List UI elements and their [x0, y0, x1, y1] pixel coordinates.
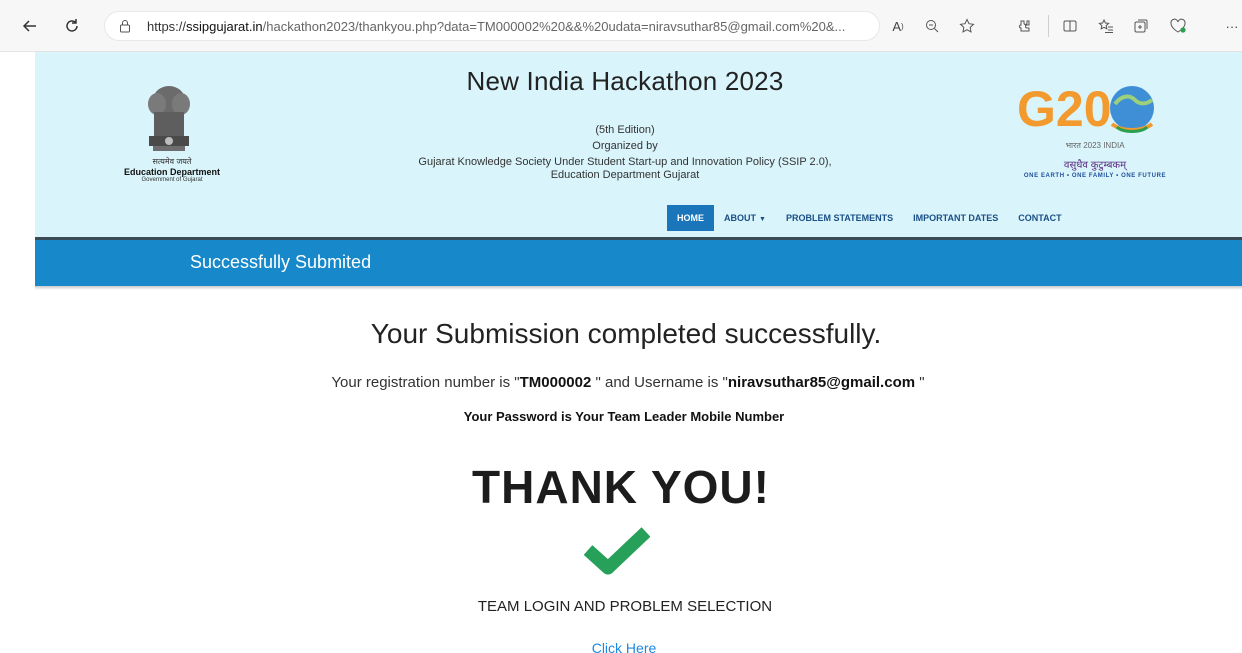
collections-icon[interactable]: [1129, 14, 1153, 38]
address-bar[interactable]: https://ssipgujarat.in/hackathon2023/tha…: [104, 11, 880, 41]
nav-home[interactable]: HOME: [667, 205, 714, 231]
g20-logo-mark: G20: [1017, 81, 1112, 137]
read-aloud-icon[interactable]: A): [886, 14, 910, 38]
browser-toolbar: https://ssipgujarat.in/hackathon2023/tha…: [0, 0, 1242, 52]
zoom-icon[interactable]: [920, 14, 944, 38]
click-here-link[interactable]: Click Here: [0, 640, 1242, 653]
vasudhaiva-kutumbakam-text: वसुधैव कुटुम्बकम्: [1063, 160, 1127, 171]
refresh-icon[interactable]: [60, 14, 84, 38]
split-screen-icon[interactable]: [1058, 14, 1082, 38]
organized-by-text: Organized by: [592, 140, 658, 152]
more-options-icon[interactable]: ···: [1222, 14, 1242, 38]
nav-about[interactable]: ABOUT ▼: [714, 205, 776, 231]
chevron-down-icon: ▼: [759, 216, 766, 223]
satyamev-jayate-text: सत्यमेव जयते: [152, 157, 192, 166]
nav-problem-statements[interactable]: PROBLEM STATEMENTS: [776, 205, 903, 231]
nav-about-label: ABOUT: [724, 213, 756, 223]
password-note: Your Password is Your Team Leader Mobile…: [463, 409, 785, 424]
reg-suffix: ": [915, 374, 925, 391]
url-text: https://ssipgujarat.in/hackathon2023/tha…: [147, 19, 846, 34]
banner-title: Successfully Submited: [190, 252, 372, 272]
nav-important-dates[interactable]: IMPORTANT DATES: [903, 205, 1008, 231]
registration-number: TM000002: [519, 374, 592, 391]
status-banner: Successfully Submited: [35, 240, 1242, 286]
team-login-heading: TEAM LOGIN AND PROBLEM SELECTION: [477, 598, 773, 615]
back-icon[interactable]: [18, 14, 42, 38]
success-headline: Your Submission completed successfully.: [370, 318, 882, 349]
lock-icon: [119, 19, 131, 38]
g20-logo-text: भारत 2023 INDIA वसुधैव कुटुम्बकम् ONE EA…: [1010, 140, 1180, 179]
browser-essentials-icon[interactable]: [1166, 14, 1190, 38]
organizer-line-2: Education Department Gujarat: [550, 169, 700, 181]
reg-middle: " and Username is ": [591, 374, 728, 391]
favorite-star-icon[interactable]: [955, 14, 979, 38]
extensions-icon[interactable]: [1012, 14, 1036, 38]
g20-bharat-text: भारत 2023 INDIA: [1065, 141, 1125, 150]
site-header: सत्यमेव जयते Education Department Govern…: [35, 52, 1242, 238]
thank-you-heading: THANK YOU!: [472, 461, 770, 513]
banner-shadow: [35, 286, 1242, 290]
main-nav: HOME ABOUT ▼ PROBLEM STATEMENTS IMPORTANT…: [667, 205, 1072, 231]
edition-text: (5th Edition): [595, 124, 655, 136]
education-department-name: Education Department: [123, 167, 220, 177]
username: niravsuthar85@gmail.com: [727, 374, 916, 391]
government-of-gujarat-text: Government of Gujarat: [141, 177, 203, 183]
reg-prefix: Your registration number is ": [331, 374, 520, 391]
g20-motto-text: ONE EARTH • ONE FAMILY • ONE FUTURE: [1023, 173, 1167, 179]
checkmark-icon: [584, 527, 650, 575]
favorites-list-icon[interactable]: [1094, 14, 1118, 38]
registration-info: Your registration number is "TM000002 " …: [0, 374, 1242, 391]
education-department-logo-text: सत्यमेव जयते Education Department Govern…: [107, 156, 237, 184]
nav-contact[interactable]: CONTACT: [1008, 205, 1071, 231]
page-title: New India Hackathon 2023: [466, 66, 784, 96]
organizer-line-1: Gujarat Knowledge Society Under Student …: [418, 156, 832, 168]
toolbar-divider: [1048, 15, 1049, 37]
